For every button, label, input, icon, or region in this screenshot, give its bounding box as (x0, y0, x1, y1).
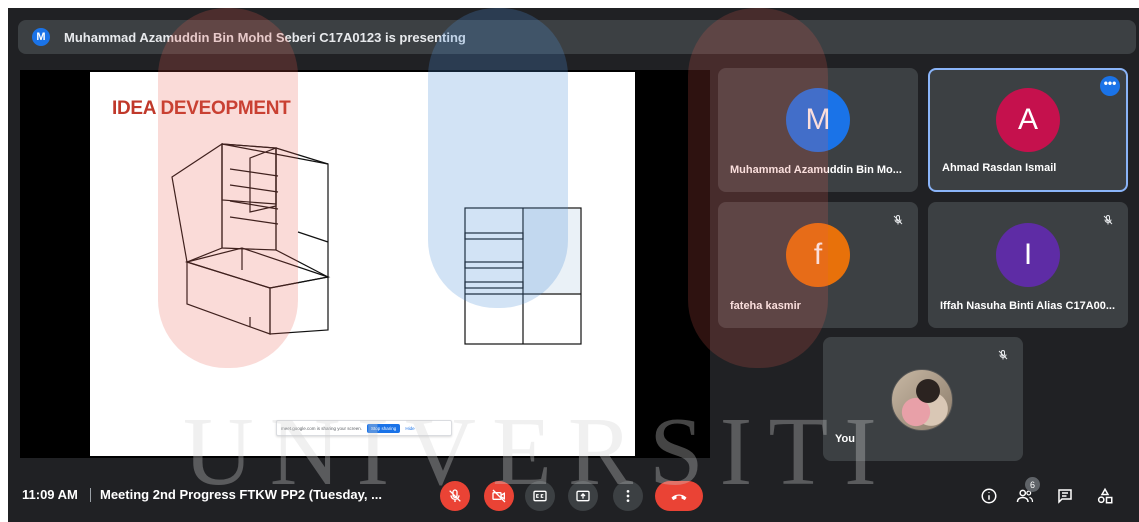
activities-button[interactable] (1092, 483, 1118, 509)
clock: 11:09 AM (22, 487, 78, 502)
participant-avatar: M (786, 88, 850, 153)
presenting-banner: M Muhammad Azamuddin Bin Mohd Seberi C17… (18, 20, 1136, 54)
presenter-avatar: M (32, 28, 50, 46)
hang-up-icon (671, 494, 687, 501)
presenting-text: Muhammad Azamuddin Bin Mohd Seberi C17A0… (64, 29, 466, 45)
meeting-details-button[interactable] (976, 483, 1002, 509)
more-options-icon[interactable]: ••• (1100, 76, 1120, 96)
bottom-bar: 11:09 AM Meeting 2nd Progress FTKW PP2 (… (8, 471, 1139, 522)
info-icon (981, 488, 997, 504)
present-screen-icon (576, 490, 590, 502)
self-tile[interactable]: You (823, 337, 1023, 461)
camera-toggle-button[interactable] (484, 481, 514, 511)
participant-name: Iffah Nasuha Binti Alias C17A00... (940, 300, 1116, 312)
people-count-badge: 6 (1025, 477, 1040, 492)
participant-tile-fateha[interactable]: f fateha kasmir (718, 202, 918, 328)
divider (90, 488, 91, 502)
shared-slide: IDEA DEVEOPMENT meet.google.com is shari… (90, 72, 635, 456)
participant-avatar: A (996, 88, 1060, 153)
chat-icon (1058, 489, 1072, 504)
participant-tile-iffah[interactable]: I Iffah Nasuha Binti Alias C17A00... (928, 202, 1128, 328)
participant-name: You (835, 433, 855, 445)
hide-button[interactable]: Hide (405, 426, 414, 431)
mic-toggle-button[interactable] (440, 481, 470, 511)
people-button[interactable]: 6 (1012, 477, 1040, 509)
meet-window: M Muhammad Azamuddin Bin Mohd Seberi C17… (8, 8, 1139, 522)
cabinet-sketch (171, 142, 582, 345)
share-message: meet.google.com is sharing your screen. (281, 425, 363, 431)
mic-off-icon (449, 489, 461, 502)
camera-off-icon (492, 489, 506, 503)
more-vert-icon (626, 490, 630, 502)
participant-avatar: f (786, 222, 850, 287)
participant-name: fateha kasmir (730, 300, 801, 312)
activities-icon (1097, 487, 1113, 504)
captions-icon (533, 490, 547, 502)
chat-button[interactable] (1052, 483, 1078, 509)
captions-button[interactable] (525, 481, 555, 511)
participant-name: Muhammad Azamuddin Bin Mo... (730, 164, 902, 176)
presentation-stage[interactable]: IDEA DEVEOPMENT meet.google.com is shari… (20, 70, 710, 458)
present-button[interactable] (568, 481, 598, 511)
self-video-avatar (891, 369, 953, 431)
stop-sharing-button[interactable]: Stop sharing (367, 423, 401, 433)
more-options-button[interactable] (613, 481, 643, 511)
mic-off-icon (1100, 212, 1116, 228)
leave-call-button[interactable] (655, 481, 703, 511)
mic-off-icon (995, 347, 1011, 363)
participant-name: Ahmad Rasdan Ismail (942, 162, 1057, 174)
screen-share-bar: meet.google.com is sharing your screen. … (276, 420, 452, 436)
meeting-title: Meeting 2nd Progress FTKW PP2 (Tuesday, … (100, 487, 382, 502)
mic-off-icon (890, 212, 906, 228)
participant-tile-muhammad[interactable]: M Muhammad Azamuddin Bin Mo... (718, 68, 918, 192)
participant-avatar: I (996, 222, 1060, 287)
participant-tile-ahmad[interactable]: ••• A Ahmad Rasdan Ismail (928, 68, 1128, 192)
